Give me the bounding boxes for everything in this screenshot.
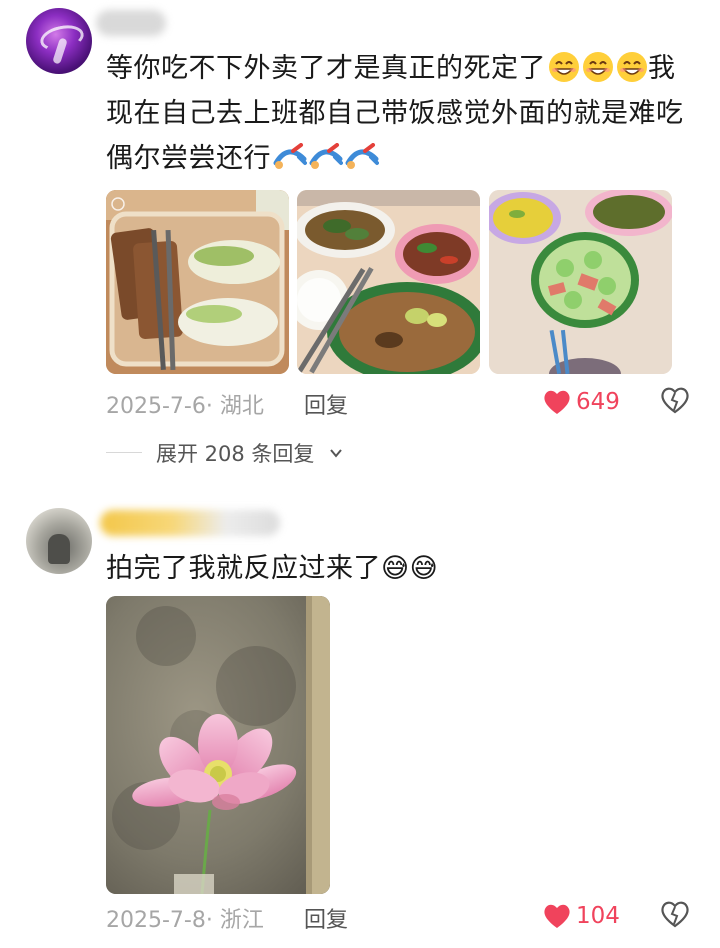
cartwheel-emoji-icon xyxy=(273,143,307,169)
heart-icon xyxy=(544,904,570,928)
date-location: 2025-7-8· 浙江 xyxy=(106,908,264,933)
grin-emoji-icon xyxy=(549,52,579,82)
avatar[interactable] xyxy=(26,508,92,574)
broken-heart-icon[interactable] xyxy=(660,900,690,930)
like-button[interactable]: 104 xyxy=(542,900,620,932)
comment-text: 等你吃不下外卖了才是真正的死定了 我 现在自己去上班都自己带饭感觉外面的就是难吃… xyxy=(106,52,684,174)
expand-divider xyxy=(106,452,142,453)
food-photo-1[interactable] xyxy=(106,190,289,374)
cartwheel-emoji-icon xyxy=(345,143,379,169)
photo-grid xyxy=(106,190,672,374)
heart-icon xyxy=(544,390,570,414)
expand-replies[interactable]: 展开 208 条回复 xyxy=(106,436,506,468)
expand-replies-label: 展开 208 条回复 xyxy=(156,442,315,466)
comment-meta: 2025-7-8· 浙江 回复 104 xyxy=(106,900,696,934)
avatar[interactable] xyxy=(26,8,92,74)
food-photo-3[interactable] xyxy=(489,190,672,374)
lotus-photo[interactable] xyxy=(106,596,330,894)
like-count: 104 xyxy=(576,903,620,929)
broken-heart-icon[interactable] xyxy=(660,386,690,416)
like-button[interactable]: 649 xyxy=(542,386,620,418)
username-redacted[interactable] xyxy=(96,10,166,36)
username-redacted[interactable] xyxy=(100,510,280,536)
comment-list: 等你吃不下外卖了才是真正的死定了 我 现在自己去上班都自己带饭感觉外面的就是难吃… xyxy=(0,0,720,948)
cartwheel-emoji-icon xyxy=(309,143,343,169)
comment-meta: 2025-7-6· 湖北 回复 649 xyxy=(106,386,696,420)
grin-emoji-icon xyxy=(617,52,647,82)
date-location: 2025-7-6· 湖北 xyxy=(106,394,264,419)
reply-button[interactable]: 回复 xyxy=(304,388,348,420)
like-count: 649 xyxy=(576,389,620,415)
chevron-down-icon xyxy=(330,449,342,458)
grin-emoji-icon xyxy=(583,52,613,82)
reply-button[interactable]: 回复 xyxy=(304,902,348,934)
comment-text: 拍完了我就反应过来了😅😅 xyxy=(106,553,439,584)
food-photo-2[interactable] xyxy=(297,190,480,374)
